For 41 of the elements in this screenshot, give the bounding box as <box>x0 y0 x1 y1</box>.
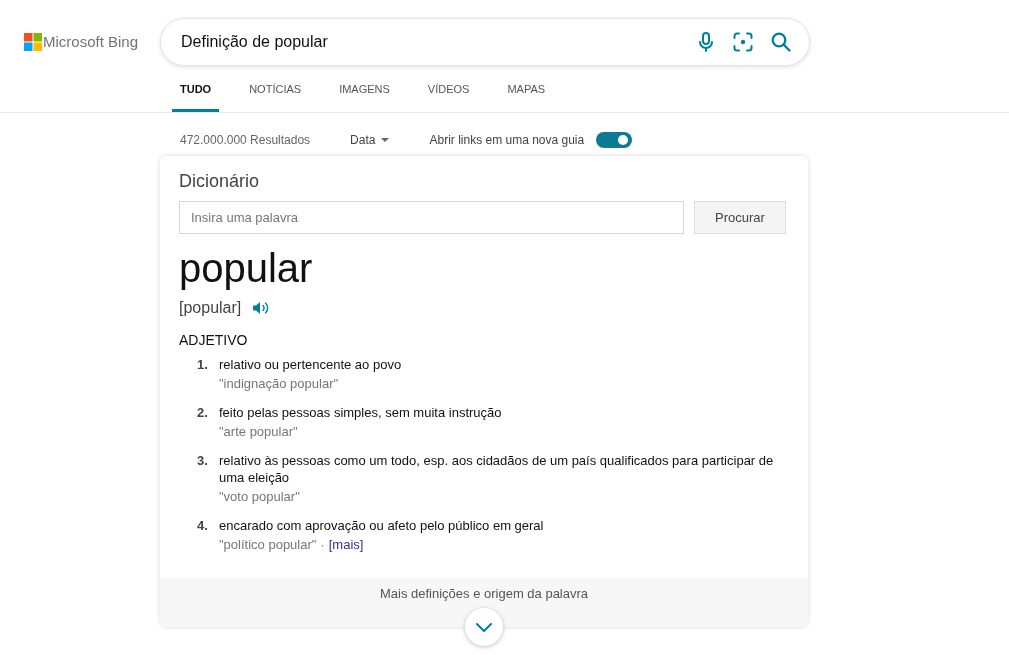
definition-text: encarado com aprovação ou afeto pelo público em geral <box>219 517 545 534</box>
tab[interactable]: IMAGENS <box>331 66 398 112</box>
microsoft-logo-icon[interactable] <box>24 33 42 51</box>
logo-text[interactable]: Microsoft Bing <box>43 30 139 54</box>
definition-number: 1. <box>197 356 209 374</box>
chevron-down-icon <box>476 622 492 632</box>
toggle-label: Abrir links em uma nova guia <box>429 132 585 149</box>
separator-dot: · <box>320 536 325 553</box>
toggle-switch[interactable] <box>596 132 633 148</box>
search-bar[interactable]: Definição de popular <box>160 18 810 66</box>
dictionary-title: Dicionário <box>179 170 261 192</box>
search-button[interactable]: Procurar <box>694 201 786 234</box>
definition-number: 3. <box>197 452 209 470</box>
results-count: 472.000.000 Resultados <box>180 132 311 149</box>
microphone-icon[interactable] <box>698 32 714 52</box>
speaker-icon[interactable] <box>252 301 271 315</box>
definition-text: relativo ou pertencente ao povo <box>219 356 403 373</box>
example-text: "político popular" <box>219 536 317 553</box>
definition-number: 2. <box>197 404 209 422</box>
pronunciation: [popular] <box>179 298 242 318</box>
definition-text: feito pelas pessoas simples, sem muita instrução <box>219 404 503 421</box>
expand-button[interactable] <box>465 608 503 646</box>
example-text: "indignação popular" <box>219 375 339 392</box>
definition-text: relativo às pessoas como um todo, esp. aos cidadãos de um país qualificados para participar de uma eleição <box>219 452 775 486</box>
definition-number: 4. <box>197 517 209 535</box>
headword: popular <box>179 245 314 292</box>
search-field[interactable]: Definição de popular <box>181 27 686 57</box>
tab[interactable]: TUDO <box>172 66 220 112</box>
example-text: "voto popular" <box>219 488 300 505</box>
tab[interactable]: NOTÍCIAS <box>241 66 310 112</box>
more-definitions-button[interactable]: Mais definições e origem da palavra <box>160 578 808 627</box>
search-icon[interactable] <box>771 32 791 52</box>
more-link[interactable]: [mais] <box>328 536 364 553</box>
date-filter-dropdown[interactable]: Data <box>350 131 390 149</box>
tab[interactable]: MAPAS <box>499 66 554 112</box>
tab[interactable]: VÍDEOS <box>419 66 478 112</box>
example-text: "arte popular" <box>219 423 298 440</box>
visual-search-icon[interactable] <box>733 32 753 52</box>
word-input[interactable]: Insira uma palavra <box>179 201 684 234</box>
caret-icon <box>381 138 390 142</box>
part-of-speech: ADJETIVO <box>179 331 249 349</box>
